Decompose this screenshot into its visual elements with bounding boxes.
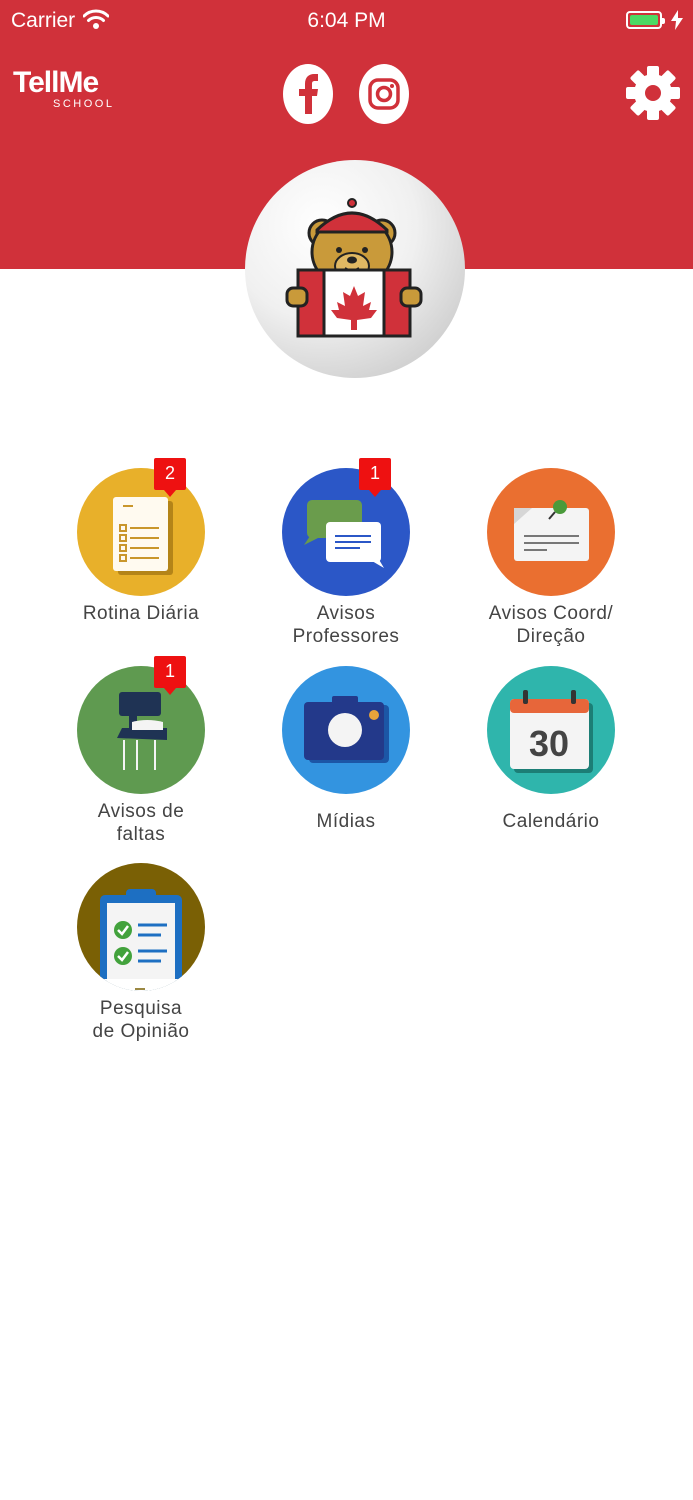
facebook-button[interactable] <box>283 64 333 124</box>
school-avatar <box>245 160 465 378</box>
menu-item-label: Pesquisa de Opinião <box>41 997 241 1043</box>
logo-subtext: SCHOOL <box>53 98 115 110</box>
tellme-logo: TellMe SCHOOL <box>13 66 115 111</box>
menu-item-label: Mídias <box>316 811 376 832</box>
notification-badge: 2 <box>154 458 186 497</box>
notification-badge: 1 <box>154 656 186 695</box>
settings-icon <box>626 66 680 120</box>
menu-item-rotina-diaria[interactable]: 2 Rotina Diária <box>41 458 241 625</box>
menu-item-midias[interactable]: Mídias <box>246 666 446 833</box>
menu-item-avisos-coord-direcao[interactable]: Avisos Coord/ Direção <box>451 468 651 648</box>
menu-item-label-text: Pesquisa de Opinião <box>92 998 190 1042</box>
status-bar: Carrier 6:04 PM <box>0 0 693 44</box>
menu-item-calendario[interactable]: 30 Calendário <box>451 666 651 833</box>
notification-badge: 1 <box>359 458 391 497</box>
pinned-note-icon <box>514 500 589 561</box>
bear-mascot-icon <box>285 198 423 338</box>
media-button[interactable] <box>282 666 410 794</box>
charging-icon <box>671 10 683 35</box>
menu-item-label: Avisos Professores <box>246 602 446 648</box>
logo-text: TellMe <box>13 66 99 99</box>
menu-item-label: Calendário <box>502 811 600 832</box>
settings-button[interactable] <box>626 62 680 129</box>
calendar-day: 30 <box>529 723 569 764</box>
menu-item-label: Rotina Diária <box>82 603 200 624</box>
opinion-survey-button[interactable] <box>77 863 205 991</box>
menu-item-avisos-de-faltas[interactable]: 1 Avisos de faltas <box>41 656 241 846</box>
instagram-icon <box>368 78 400 110</box>
menu-item-label-text: Avisos Coord/ Direção <box>488 603 614 647</box>
menu-item-label: Avisos de faltas <box>41 800 241 846</box>
battery-icon <box>626 11 665 29</box>
menu-item-label-text: Avisos de faltas <box>97 801 185 845</box>
menu-item-avisos-professores[interactable]: 1 Avisos Professores <box>246 458 446 648</box>
calendar-button[interactable]: 30 <box>487 666 615 794</box>
clock-label: 6:04 PM <box>307 9 386 32</box>
camera-icon <box>304 696 389 763</box>
calendar-icon: 30 <box>510 690 593 773</box>
menu-item-pesquisa-de-opiniao[interactable]: Pesquisa de Opinião <box>41 863 241 1043</box>
clipboard-checklist-icon <box>77 889 205 991</box>
coordination-notices-button[interactable] <box>487 468 615 596</box>
menu-item-label-text: Avisos Professores <box>292 603 400 647</box>
instagram-button[interactable] <box>359 64 409 124</box>
menu-item-label: Avisos Coord/ Direção <box>451 602 651 648</box>
facebook-icon <box>299 74 318 114</box>
